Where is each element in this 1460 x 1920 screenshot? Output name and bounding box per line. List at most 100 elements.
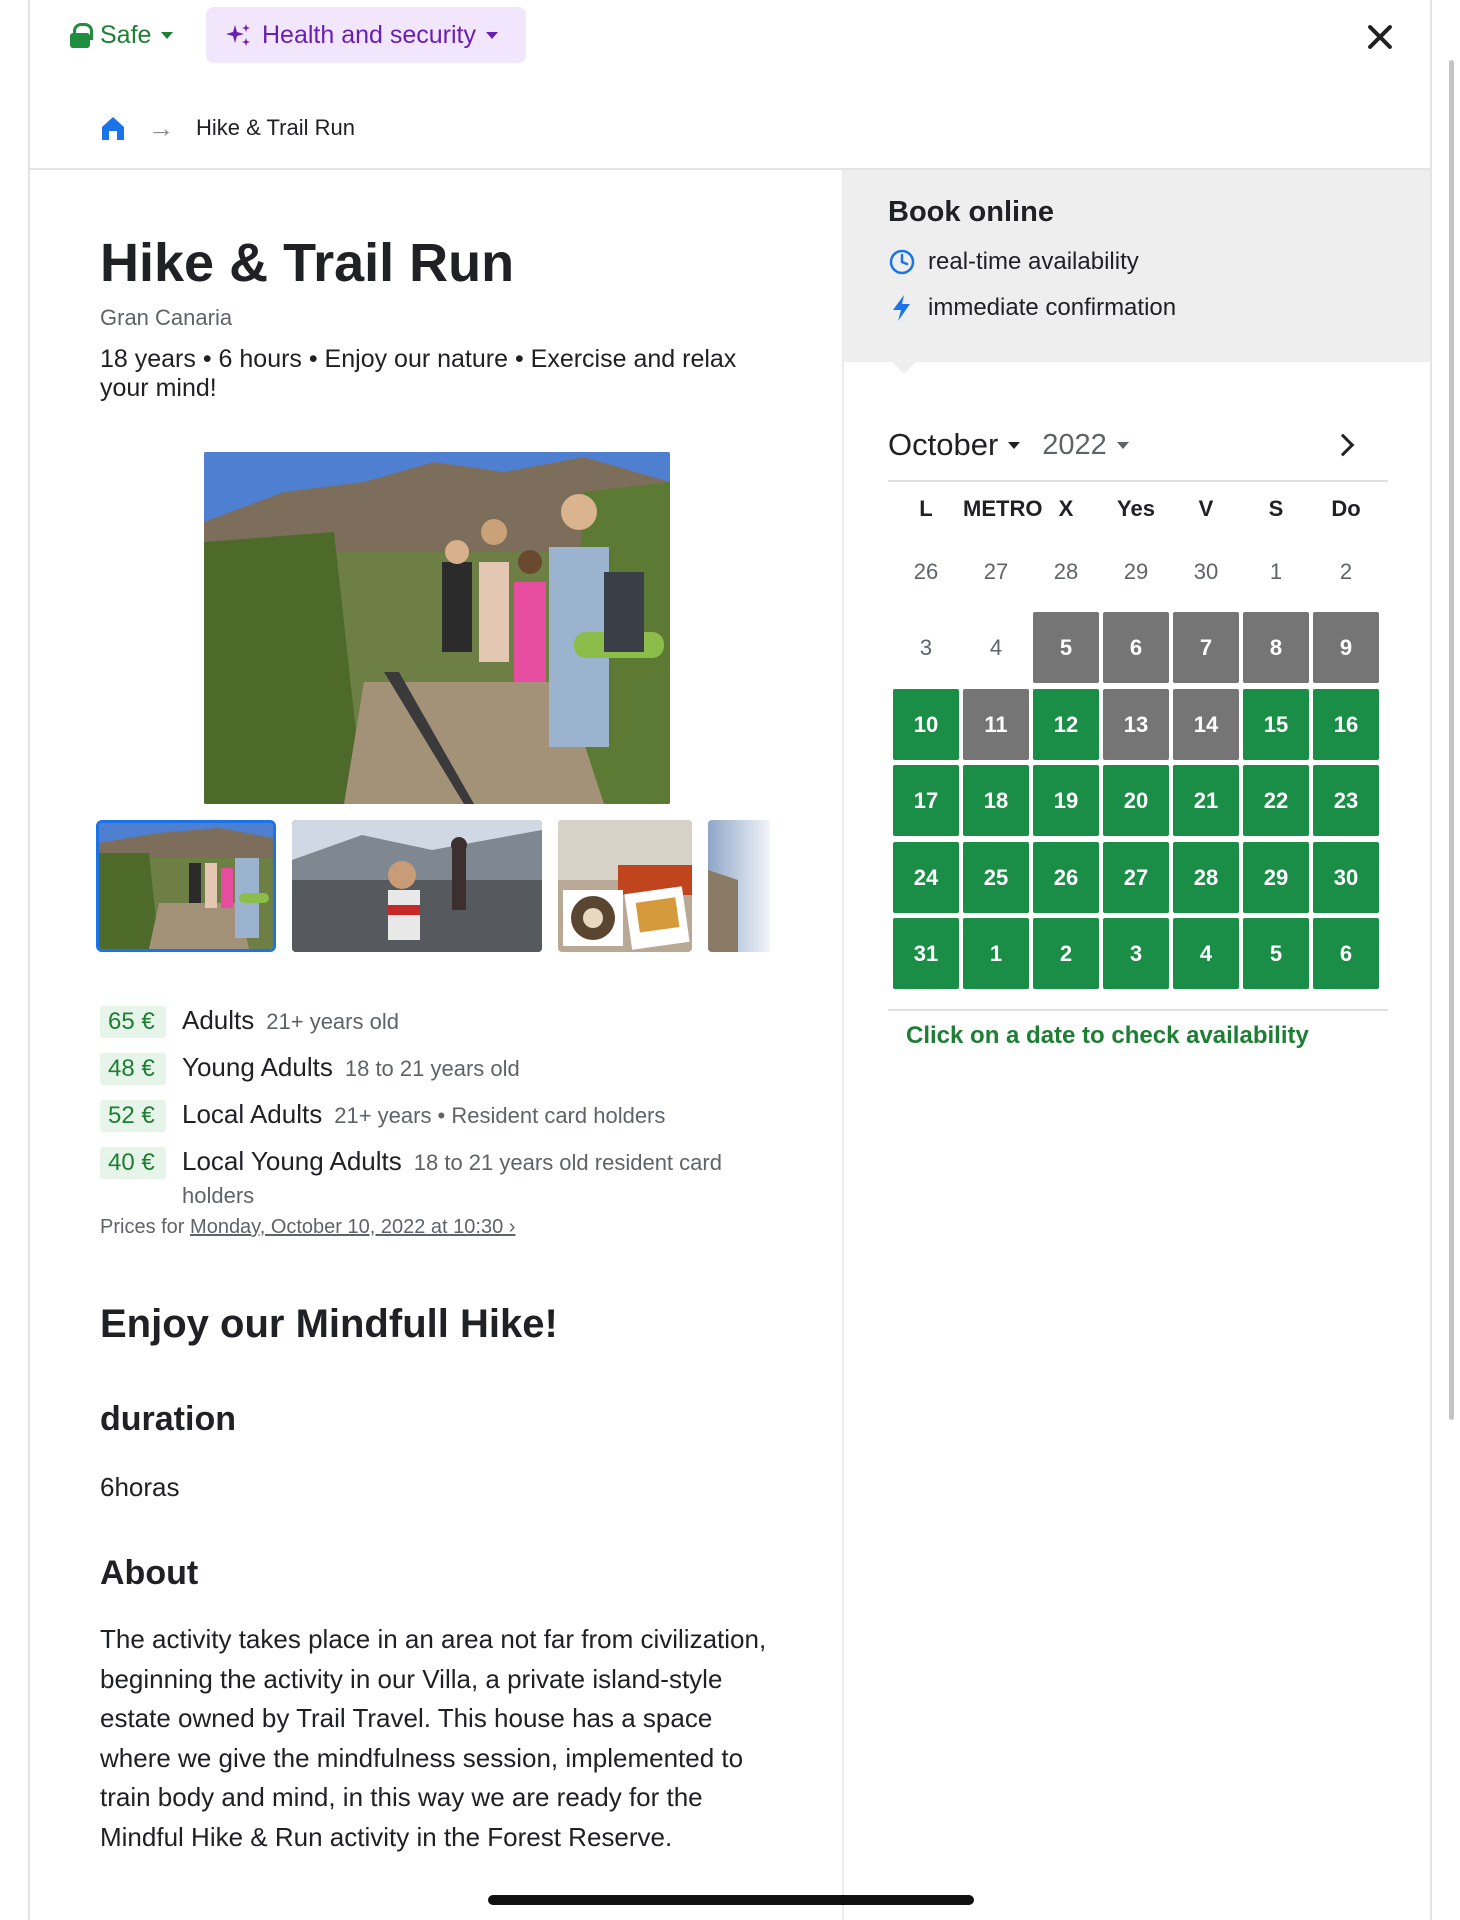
price-list: 65 € Adults 21+ years old 48 € Young Adul… bbox=[100, 1005, 780, 1226]
calendar-day[interactable]: 25 bbox=[963, 842, 1029, 913]
activity-location: Gran Canaria bbox=[100, 305, 233, 330]
lightning-icon bbox=[893, 295, 910, 321]
calendar-day: 2 bbox=[1339, 558, 1353, 584]
calendar-day: 27 bbox=[983, 558, 1009, 584]
price-detail: 21+ years • Resident card holders bbox=[334, 1103, 666, 1128]
price-badge: 52 € bbox=[100, 1100, 166, 1132]
feature-realtime-label: real-time availability bbox=[928, 248, 1139, 275]
price-row: 40 € Local Young Adults 18 to 21 years ol… bbox=[100, 1146, 780, 1214]
weekday-label: L bbox=[919, 496, 933, 521]
weekday-label: X bbox=[1058, 496, 1074, 521]
caret-down-icon bbox=[1116, 441, 1129, 449]
calendar-day[interactable]: 31 bbox=[893, 918, 959, 989]
year-label: 2022 bbox=[1042, 428, 1107, 461]
calendar-day[interactable]: 28 bbox=[1173, 842, 1239, 913]
calendar-day[interactable]: 30 bbox=[1313, 842, 1379, 913]
calendar-day: 9 bbox=[1313, 612, 1379, 683]
weekday-label: S bbox=[1268, 496, 1284, 521]
year-select[interactable]: 2022 bbox=[1042, 429, 1129, 462]
calendar-day[interactable]: 23 bbox=[1313, 765, 1379, 836]
calendar-day: 29 bbox=[1123, 558, 1149, 584]
hero-photo-image bbox=[204, 452, 670, 804]
thumbnail-1[interactable] bbox=[96, 820, 276, 952]
calendar-day[interactable]: 19 bbox=[1033, 765, 1099, 836]
activity-title: Hike & Trail Run bbox=[100, 233, 515, 293]
lock-icon bbox=[70, 23, 93, 48]
breadcrumb-current: Hike & Trail Run bbox=[196, 115, 355, 140]
weekday-label: METRO bbox=[963, 496, 1043, 521]
calendar-day[interactable]: 21 bbox=[1173, 765, 1239, 836]
hero-photo[interactable] bbox=[204, 452, 670, 804]
calendar-day[interactable]: 16 bbox=[1313, 689, 1379, 760]
sparkle-icon bbox=[226, 24, 250, 46]
weekday-label: V bbox=[1198, 496, 1214, 521]
calendar-day[interactable]: 20 bbox=[1103, 765, 1169, 836]
month-select[interactable]: October bbox=[888, 427, 1021, 463]
calendar-day[interactable]: 4 bbox=[1173, 918, 1239, 989]
calendar-day[interactable]: 26 bbox=[1033, 842, 1099, 913]
price-category: Young Adults bbox=[182, 1052, 333, 1082]
calendar-day: 3 bbox=[919, 634, 933, 660]
calendar-day[interactable]: 17 bbox=[893, 765, 959, 836]
scrollbar[interactable] bbox=[1449, 60, 1454, 1420]
weekday-label: Do bbox=[1331, 496, 1361, 521]
photo-thumbnails bbox=[96, 818, 770, 956]
calendar-day[interactable]: 5 bbox=[1243, 918, 1309, 989]
prices-for-note: Prices for Monday, October 10, 2022 at 1… bbox=[100, 1216, 515, 1239]
home-icon[interactable] bbox=[100, 115, 126, 141]
thumbnail-2[interactable] bbox=[292, 820, 542, 952]
calendar-day: 5 bbox=[1033, 612, 1099, 683]
weekday-label: Yes bbox=[1117, 496, 1155, 521]
month-label: October bbox=[888, 427, 999, 462]
calendar-day[interactable]: 1 bbox=[963, 918, 1029, 989]
calendar-day: 6 bbox=[1103, 612, 1169, 683]
thumbnail-3[interactable] bbox=[558, 820, 692, 952]
calendar-day: 8 bbox=[1243, 612, 1309, 683]
caret-down-icon bbox=[486, 31, 499, 39]
about-text: The activity takes place in an area not … bbox=[100, 1624, 767, 1852]
chevron-right-icon[interactable] bbox=[1330, 430, 1360, 460]
activity-summary: 18 years • 6 hours • Enjoy our nature • … bbox=[100, 345, 737, 402]
price-category: Adults bbox=[182, 1005, 255, 1035]
safe-dropdown[interactable]: Safe bbox=[70, 14, 174, 56]
calendar-hint: Click on a date to check availability bbox=[906, 1022, 1309, 1049]
price-detail: 21+ years old bbox=[266, 1009, 399, 1034]
calendar-day: 30 bbox=[1193, 558, 1219, 584]
calendar-day[interactable]: 22 bbox=[1243, 765, 1309, 836]
price-row: 48 € Young Adults 18 to 21 years old bbox=[100, 1052, 780, 1087]
price-badge: 40 € bbox=[100, 1147, 166, 1179]
price-badge: 65 € bbox=[100, 1006, 166, 1038]
close-icon[interactable] bbox=[1358, 15, 1402, 59]
prices-for-label: Prices for bbox=[100, 1216, 185, 1238]
calendar-day[interactable]: 2 bbox=[1033, 918, 1099, 989]
calendar-day: 14 bbox=[1173, 689, 1239, 760]
calendar-day[interactable]: 29 bbox=[1243, 842, 1309, 913]
section-heading: Enjoy our Mindfull Hike! bbox=[100, 1302, 558, 1346]
price-category: Local Adults bbox=[182, 1099, 323, 1129]
frame-left-border bbox=[28, 0, 30, 1920]
calendar-day[interactable]: 15 bbox=[1243, 689, 1309, 760]
calendar-day[interactable]: 18 bbox=[963, 765, 1029, 836]
calendar-day[interactable]: 6 bbox=[1313, 918, 1379, 989]
calendar-day[interactable]: 27 bbox=[1103, 842, 1169, 913]
thumbnail-4[interactable] bbox=[708, 820, 770, 952]
caret-down-icon bbox=[1008, 441, 1021, 449]
prices-date-link[interactable]: Monday, October 10, 2022 at 10:30 › bbox=[190, 1216, 515, 1238]
calendar-day: 28 bbox=[1053, 558, 1079, 584]
home-indicator bbox=[488, 1895, 974, 1905]
calendar-day: 26 bbox=[913, 558, 939, 584]
book-online-title: Book online bbox=[888, 196, 1054, 228]
feature-realtime: real-time availability bbox=[888, 248, 1139, 276]
calendar-day[interactable]: 10 bbox=[893, 689, 959, 760]
calendar-day[interactable]: 3 bbox=[1103, 918, 1169, 989]
safe-label: Safe bbox=[100, 20, 152, 49]
calendar-day: 11 bbox=[963, 689, 1029, 760]
clock-icon bbox=[889, 249, 915, 275]
calendar-day: 4 bbox=[989, 634, 1003, 660]
calendar-day: 13 bbox=[1103, 689, 1169, 760]
calendar-day[interactable]: 12 bbox=[1033, 689, 1099, 760]
price-row: 65 € Adults 21+ years old bbox=[100, 1005, 780, 1040]
calendar-day[interactable]: 24 bbox=[893, 842, 959, 913]
health-security-dropdown[interactable]: Health and security bbox=[206, 7, 526, 63]
book-panel-notch bbox=[890, 360, 918, 374]
